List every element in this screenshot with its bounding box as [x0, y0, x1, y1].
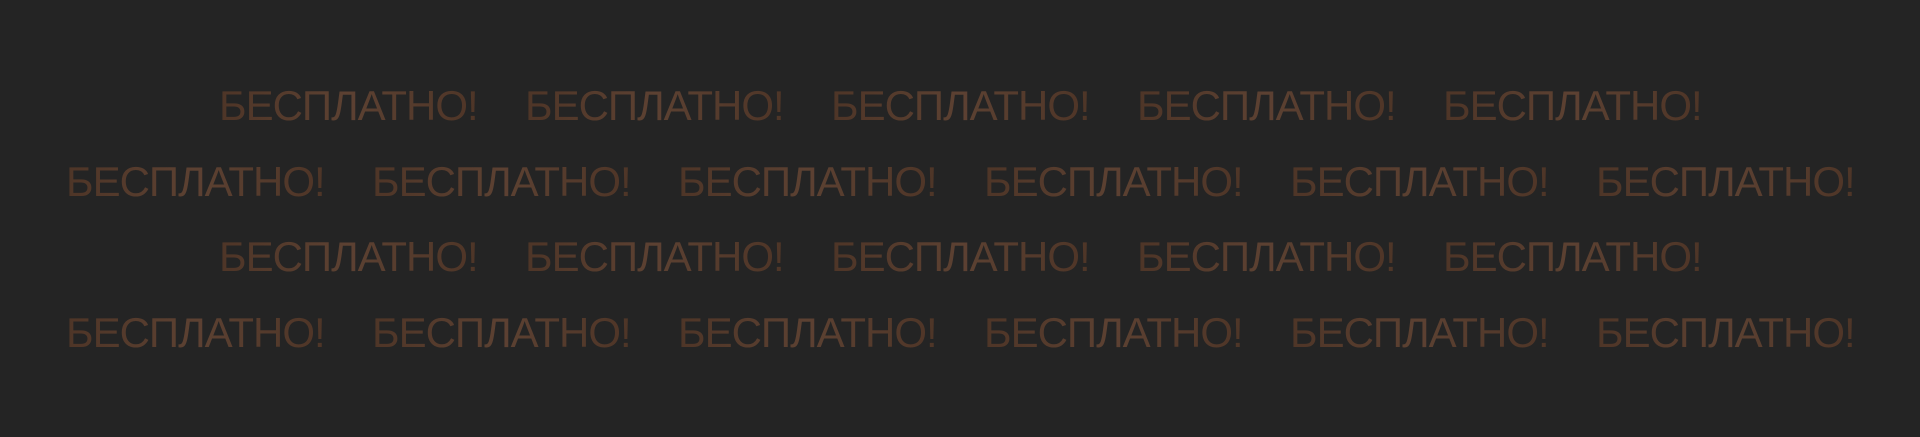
- banner-word: БЕСПЛАТНО!: [831, 233, 1091, 280]
- banner-row-3: БЕСПЛАТНО! БЕСПЛАТНО! БЕСПЛАТНО! БЕСПЛАТНО!…: [0, 232, 1920, 282]
- banner-word: БЕСПЛАТНО!: [1290, 158, 1550, 205]
- banner-word: БЕСПЛАТНО!: [1290, 309, 1550, 356]
- banner-row-1: БЕСПЛАТНО! БЕСПЛАТНО! БЕСПЛАТНО! БЕСПЛАТНО!…: [0, 81, 1920, 131]
- banner-word: БЕСПЛАТНО!: [984, 309, 1244, 356]
- banner-row-4: БЕСПЛАТНО! БЕСПЛАТНО! БЕСПЛАТНО! БЕСПЛАТНО!…: [0, 308, 1920, 358]
- banner-word: БЕСПЛАТНО!: [1596, 158, 1856, 205]
- banner-word: БЕСПЛАТНО!: [678, 158, 938, 205]
- banner-word: БЕСПЛАТНО!: [1137, 233, 1397, 280]
- banner-word: БЕСПЛАТНО!: [1443, 82, 1703, 129]
- banner-word: БЕСПЛАТНО!: [525, 82, 785, 129]
- banner-word: БЕСПЛАТНО!: [372, 158, 632, 205]
- banner-word: БЕСПЛАТНО!: [219, 233, 479, 280]
- banner-word: БЕСПЛАТНО!: [66, 158, 326, 205]
- banner-word: БЕСПЛАТНО!: [678, 309, 938, 356]
- banner-word: БЕСПЛАТНО!: [831, 82, 1091, 129]
- banner-word: БЕСПЛАТНО!: [1443, 233, 1703, 280]
- banner-word: БЕСПЛАТНО!: [1137, 82, 1397, 129]
- banner-row-2: БЕСПЛАТНО! БЕСПЛАТНО! БЕСПЛАТНО! БЕСПЛАТНО!…: [0, 157, 1920, 207]
- banner-word: БЕСПЛАТНО!: [66, 309, 326, 356]
- banner-word: БЕСПЛАТНО!: [525, 233, 785, 280]
- banner-word: БЕСПЛАТНО!: [984, 158, 1244, 205]
- banner-word: БЕСПЛАТНО!: [219, 82, 479, 129]
- banner-word: БЕСПЛАТНО!: [372, 309, 632, 356]
- banner-word: БЕСПЛАТНО!: [1596, 309, 1856, 356]
